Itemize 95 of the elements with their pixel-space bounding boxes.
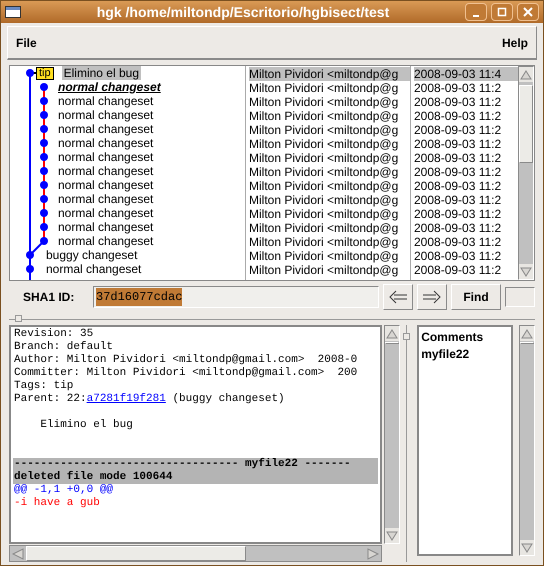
close-icon [523,7,533,17]
date-cell[interactable]: 2008-09-03 11:2 [414,249,518,263]
sha1-field[interactable]: 37d16077cdac [93,286,379,308]
commit-summary[interactable]: buggy changeset [46,248,138,262]
maximize-icon [497,7,507,17]
menu-item[interactable]: File [16,34,37,52]
pane-divider-handle[interactable] [15,315,22,322]
left-arrow-icon [388,290,408,304]
right-arrow-icon [422,290,442,304]
parent-link[interactable]: a7281f19f281 [86,393,166,405]
sha1-label: SHA1 ID: [22,289,76,306]
date-cell[interactable]: 2008-09-03 11:2 [414,95,518,109]
commit-summary[interactable]: normal changeset [58,234,154,248]
commit-summary[interactable]: normal changeset [58,164,154,178]
file-list-item[interactable]: myfile22 [421,346,509,363]
date-cell[interactable]: 2008-09-03 11:2 [414,235,518,249]
down-arrow-icon[interactable] [386,530,398,540]
author-cell[interactable]: Milton Pividori <miltondp@g [249,123,410,137]
up-arrow-icon[interactable] [386,328,398,338]
maximize-button[interactable] [491,3,513,21]
date-cell[interactable]: 2008-09-03 11:2 [414,137,518,151]
file-list-item[interactable]: Comments [421,329,509,346]
commit-summary[interactable]: normal changeset [46,262,142,276]
commit-summary[interactable]: normal changeset [58,122,154,136]
author-cell[interactable]: Milton Pividori <miltondp@g [249,249,410,263]
commit-summary[interactable]: normal changeset [58,80,161,94]
date-cell[interactable]: 2008-09-03 11:2 [414,193,518,207]
horizontal-scrollbar[interactable] [9,545,382,562]
parent-description: (buggy changeset) [171,393,285,405]
minimize-icon [473,14,479,16]
details-line: -i have a gub [13,497,101,510]
vertical-scrollbar[interactable] [384,325,400,544]
date-cell[interactable]: 2008-09-03 11:2 [414,109,518,123]
commit-summary[interactable]: normal changeset [58,220,154,234]
author-cell[interactable]: Milton Pividori <miltondp@g [249,263,410,277]
details-line: Author: Milton Pividori <miltondp@gmail.com> 2008-0 [13,354,358,367]
author-cell[interactable]: Milton Pividori <miltondp@g [249,151,410,165]
commit-summary[interactable]: normal changeset [58,94,154,108]
commit-summary[interactable]: normal changeset [58,136,154,150]
scrollbar-thumb[interactable] [26,546,246,561]
parent-label: Parent: 22: [14,393,87,405]
commit-summary[interactable]: normal changeset [58,192,154,206]
tag-label: tip [36,66,54,80]
find-field[interactable] [505,287,535,307]
window-icon [5,6,21,18]
down-arrow-icon[interactable] [520,266,532,276]
details-line: Committer: Milton Pividori <miltondp@gmail.com> 200 [13,367,358,380]
date-cell[interactable]: 2008-09-03 11:2 [414,151,518,165]
vertical-scrollbar[interactable] [518,66,534,280]
up-arrow-icon[interactable] [520,70,532,80]
up-arrow-icon[interactable] [521,328,533,338]
date-cell[interactable]: 2008-09-03 11:2 [414,179,518,193]
scrollbar-thumb[interactable] [520,342,534,344]
back-button[interactable] [383,284,413,310]
vertical-scrollbar[interactable] [519,325,535,556]
author-cell[interactable]: Milton Pividori <miltondp@g [249,179,410,193]
author-cell[interactable]: Milton Pividori <miltondp@g [249,193,410,207]
close-button[interactable] [517,3,539,21]
date-cell[interactable]: 2008-09-03 11:2 [414,123,518,137]
commit-summary[interactable]: normal changeset [58,108,154,122]
author-cell[interactable]: Milton Pividori <miltondp@g [249,235,410,249]
date-cell[interactable]: 2008-09-03 11:2 [414,221,518,235]
menu-item[interactable]: Help [502,34,528,52]
details-line: Revision: 35 [13,328,94,341]
author-cell[interactable]: Milton Pividori <miltondp@g [249,81,410,95]
left-arrow-icon[interactable] [12,548,24,560]
down-arrow-icon[interactable] [521,542,533,552]
author-cell[interactable]: Milton Pividori <miltondp@g [249,137,410,151]
date-cell[interactable]: 2008-09-03 11:4 [414,67,518,81]
date-cell[interactable]: 2008-09-03 11:2 [414,207,518,221]
pane-divider-handle[interactable] [403,333,410,340]
details-line: @@ -1,1 +0,0 @@ [13,484,114,497]
commit-summary[interactable]: Elimino el bug [62,66,141,80]
author-cell[interactable]: Milton Pividori <miltondp@g [249,165,410,179]
find-button[interactable]: Find [451,284,501,310]
author-cell[interactable]: Milton Pividori <miltondp@g [249,67,410,81]
details-line: Elimino el bug [39,419,134,432]
date-cell[interactable]: 2008-09-03 11:2 [414,263,518,277]
window-title: hgk /home/miltondp/Escritorio/hgbisect/test [96,2,390,22]
scrollbar-thumb[interactable] [385,342,400,344]
commit-summary[interactable]: normal changeset [58,150,154,164]
author-cell[interactable]: Milton Pividori <miltondp@g [249,221,410,235]
forward-button[interactable] [417,284,447,310]
date-cell[interactable]: 2008-09-03 11:2 [414,81,518,95]
author-cell[interactable]: Milton Pividori <miltondp@g [249,95,410,109]
commit-summary[interactable]: normal changeset [58,206,154,220]
details-line: Branch: default [13,341,114,354]
author-cell[interactable]: Milton Pividori <miltondp@g [249,207,410,221]
scrollbar-thumb[interactable] [519,85,533,163]
date-cell[interactable]: 2008-09-03 11:2 [414,165,518,179]
right-arrow-icon[interactable] [367,548,380,560]
commit-summary[interactable]: normal changeset [58,178,154,192]
details-line: Tags: tip [13,380,74,393]
minimize-button[interactable] [465,3,487,21]
author-cell[interactable]: Milton Pividori <miltondp@g [249,109,410,123]
